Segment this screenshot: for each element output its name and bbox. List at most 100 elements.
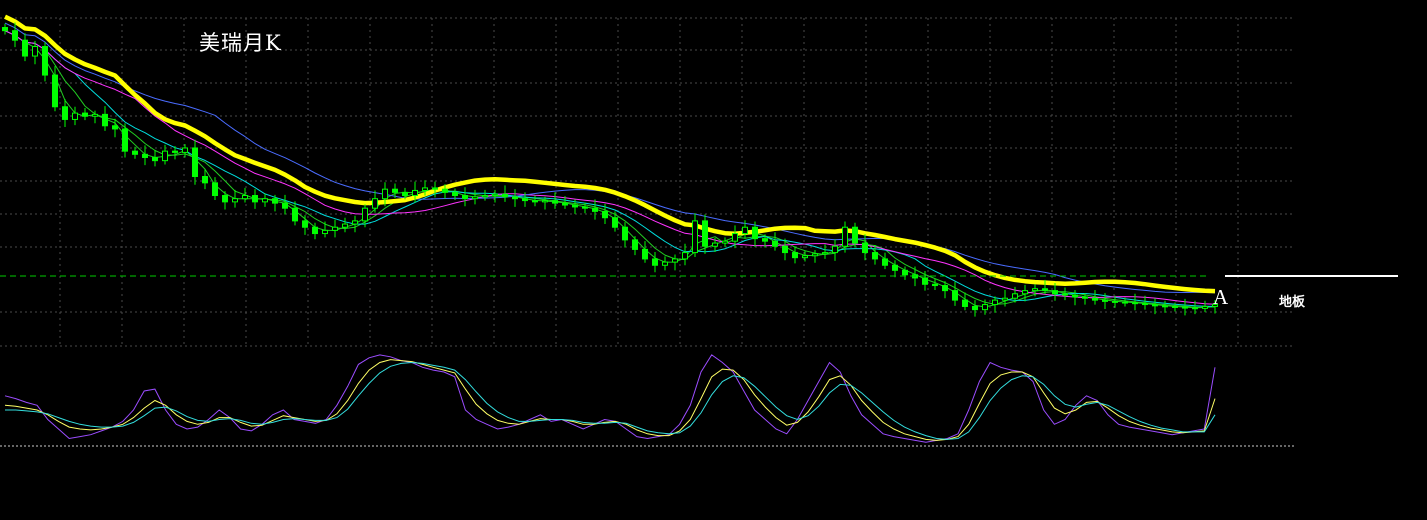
chart-title: 美瑞月K: [199, 31, 282, 55]
candle-body: [1172, 305, 1178, 308]
candle-body: [922, 277, 928, 285]
candle-body: [22, 39, 28, 57]
candle-body: [672, 258, 678, 263]
candle-body: [62, 106, 68, 120]
point-a-label: A: [1213, 285, 1229, 309]
chart-area: 美瑞月K A 地板: [0, 0, 1427, 515]
candle-body: [962, 299, 968, 307]
candle-body: [552, 200, 558, 204]
candle-body: [332, 226, 338, 231]
candle-body: [452, 191, 458, 197]
candle-body: [1002, 297, 1008, 301]
candle-body: [772, 240, 778, 247]
candle-body: [102, 113, 108, 127]
candle-body: [132, 150, 138, 155]
candle-body: [1062, 293, 1068, 296]
candle-body: [212, 182, 218, 197]
candle-body: [1112, 300, 1118, 303]
candle-body: [322, 229, 328, 235]
candle-body: [812, 253, 818, 257]
candle-body: [82, 112, 88, 117]
candle-body: [282, 202, 288, 209]
candle-body: [752, 226, 758, 240]
candle-body: [352, 220, 358, 225]
candle-body: [852, 226, 858, 244]
candle-body: [432, 187, 438, 190]
candle-body: [972, 305, 978, 311]
candle-body: [582, 206, 588, 209]
candle-body: [512, 196, 518, 200]
candle-body: [832, 245, 838, 254]
candle-body: [712, 242, 718, 247]
indicator-panel: [0, 354, 1295, 447]
candle-body: [342, 223, 348, 228]
candle-body: [152, 156, 158, 162]
moving-averages: [4, 14, 1216, 309]
candle-body: [632, 239, 638, 250]
candle-body: [572, 204, 578, 208]
candle-body: [592, 207, 598, 212]
candle-body: [2, 27, 8, 32]
candle-body: [1012, 293, 1018, 299]
candle-body: [162, 150, 168, 162]
chart-svg: [0, 14, 1398, 447]
candle-body: [932, 283, 938, 287]
candle-body: [652, 258, 658, 266]
candle-body: [142, 153, 148, 158]
candle-body: [252, 195, 258, 203]
candle-body: [522, 198, 528, 202]
candle-body: [542, 200, 548, 203]
ma-line-3: [4, 30, 1216, 305]
candle-body: [682, 252, 688, 260]
candle-body: [242, 195, 248, 200]
candle-body: [952, 290, 958, 301]
candle-body: [362, 207, 368, 222]
candle-body: [822, 252, 828, 255]
candle-body: [792, 252, 798, 259]
candle-body: [482, 195, 488, 198]
candle-body: [1042, 288, 1048, 292]
candle-body: [902, 269, 908, 276]
candle-body: [702, 220, 708, 247]
candle-body: [842, 226, 848, 247]
candle-body: [42, 46, 48, 76]
candle-body: [1052, 290, 1058, 295]
candle-body: [382, 188, 388, 200]
candle-body: [422, 187, 428, 191]
candle-body: [462, 195, 468, 200]
candle-body: [802, 255, 808, 259]
candle-body: [32, 46, 38, 57]
candle-body: [1092, 297, 1098, 301]
candle-body: [872, 252, 878, 260]
candle-body: [402, 191, 408, 197]
candle-body: [1082, 296, 1088, 299]
candle-body: [122, 128, 128, 152]
candle-body: [192, 147, 198, 178]
candle-body: [472, 196, 478, 200]
candle-body: [692, 220, 698, 254]
candle-body: [222, 195, 228, 203]
candle-body: [1202, 305, 1208, 309]
candle-body: [862, 242, 868, 254]
candle-body: [622, 226, 628, 241]
candle-body: [312, 226, 318, 235]
candle-body: [532, 200, 538, 203]
candle-body: [492, 193, 498, 197]
candle-body: [982, 304, 988, 311]
candle-body: [262, 198, 268, 203]
candle-body: [562, 202, 568, 206]
candle-body: [612, 217, 618, 228]
candle-body: [292, 207, 298, 222]
candle-body: [412, 189, 418, 197]
ma-line-0: [4, 30, 1216, 309]
candle-body: [112, 125, 118, 130]
candle-body: [1032, 288, 1038, 292]
candle-body: [662, 261, 668, 266]
candle-body: [502, 193, 508, 198]
candle-body: [642, 248, 648, 260]
candle-body: [1162, 305, 1168, 308]
candle-body: [742, 226, 748, 235]
candle-body: [1022, 290, 1028, 295]
candle-body: [1152, 304, 1158, 307]
candle-body: [372, 198, 378, 209]
